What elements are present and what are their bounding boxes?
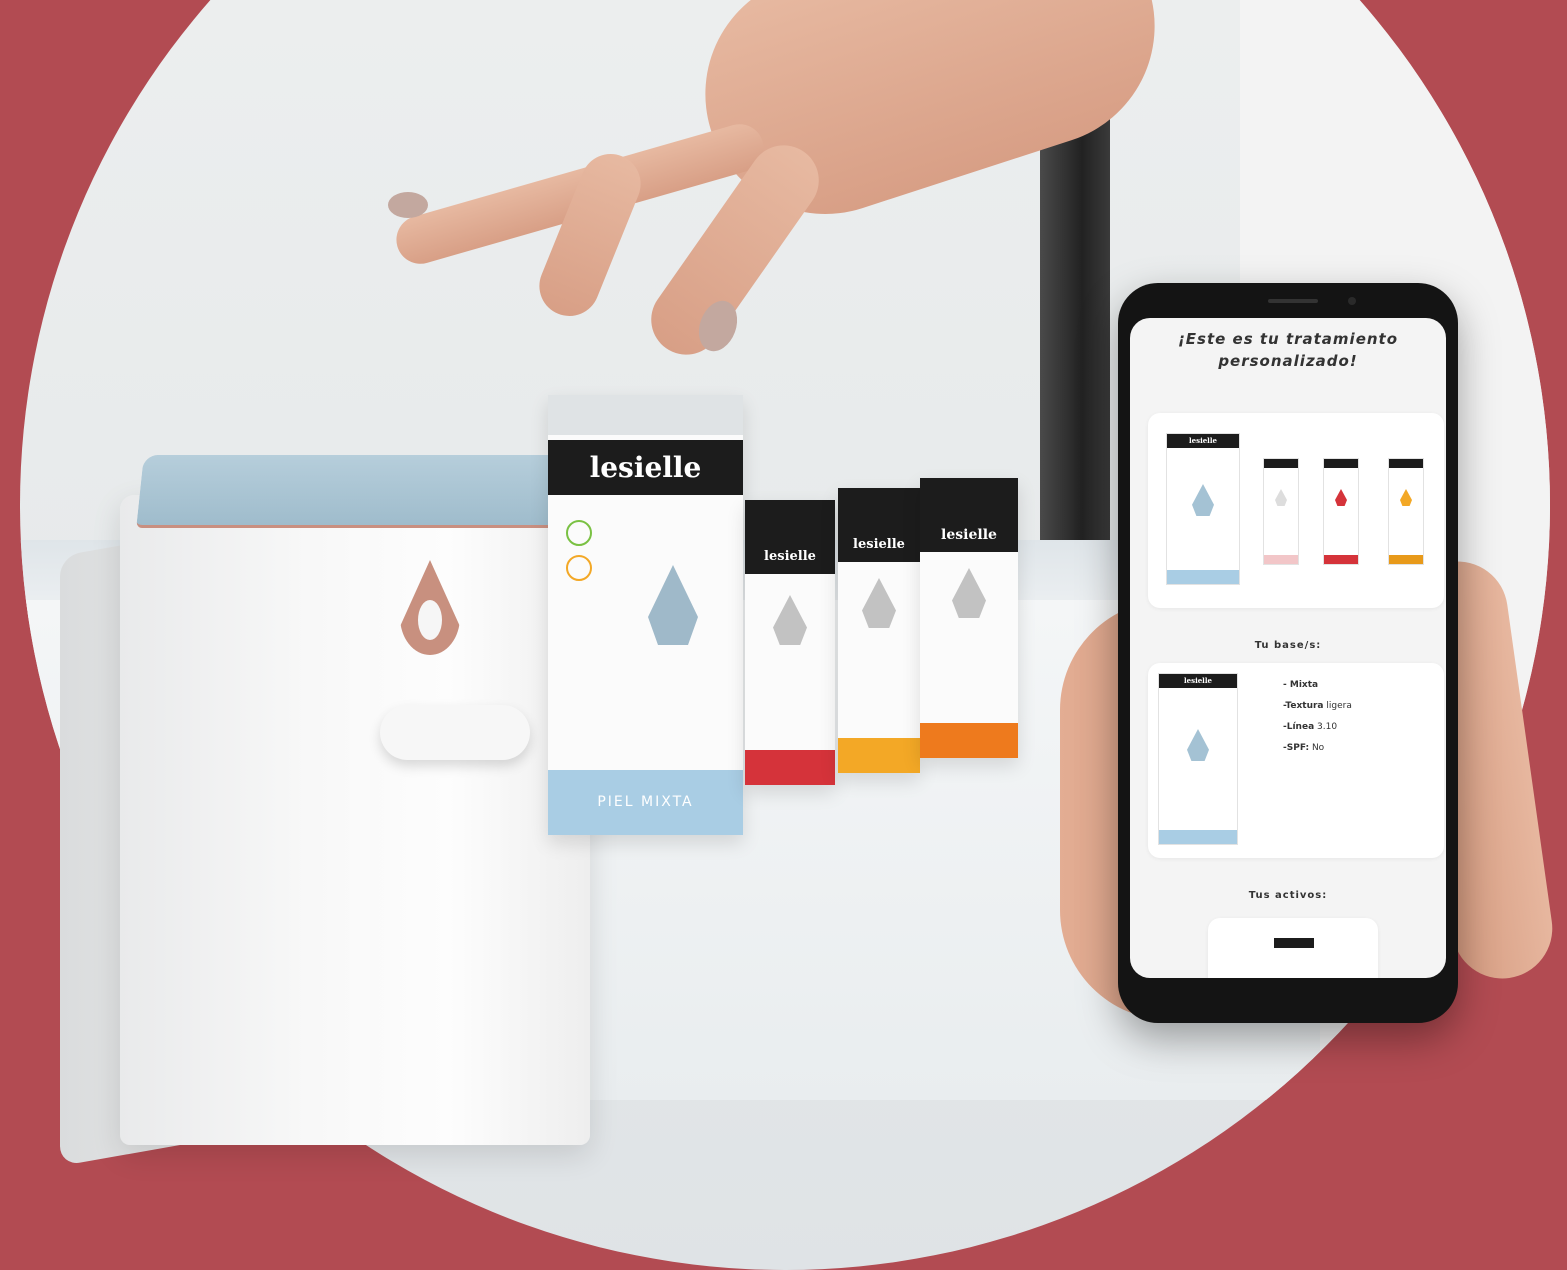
drop-icon: [1400, 489, 1412, 506]
product-thumb-active[interactable]: [1388, 458, 1424, 565]
product-thumb-active[interactable]: [1263, 458, 1299, 565]
box-brand-label: lesielle: [548, 440, 743, 495]
spf-value: No: [1311, 743, 1325, 753]
drop-icon: [862, 578, 896, 628]
device-nozzle: [380, 705, 530, 760]
drop-icon: [773, 595, 807, 645]
device-body: [120, 495, 590, 1145]
actives-section-heading: Tus activos:: [1248, 890, 1328, 901]
product-thumb-active[interactable]: [1274, 938, 1314, 978]
skincare-dispenser-device: [60, 455, 614, 1167]
base-section-heading: Tu base/s:: [1254, 640, 1322, 651]
treatment-summary-card[interactable]: lesielle: [1148, 413, 1444, 608]
line-value: 3.10: [1317, 722, 1338, 732]
drop-icon: [1335, 489, 1347, 506]
device-lid-button: [136, 455, 614, 528]
drop-icon: [952, 568, 986, 618]
drop-icon: [1192, 484, 1214, 516]
page-title: ¡Este es tu tratamiento personalizado!: [1130, 328, 1446, 372]
spf-key: -SPF:: [1283, 743, 1310, 753]
product-thumb-base[interactable]: lesielle: [1158, 673, 1238, 845]
base-product-card[interactable]: lesielle - Mixta -Textura ligera -Línea …: [1148, 663, 1444, 858]
page-title-line1: ¡Este es tu tratamiento: [1177, 330, 1399, 348]
product-box-active-red: lesielle: [745, 500, 835, 785]
product-box-base: lesielle PIEL MIXTA: [548, 395, 743, 835]
texture-value: ligera: [1326, 701, 1352, 711]
badge-icon: [566, 555, 592, 581]
box-skin-type-stripe: PIEL MIXTA: [548, 770, 743, 835]
color-stripe: [1324, 555, 1358, 564]
color-stripe: [1264, 555, 1298, 564]
box-cap: [1389, 459, 1423, 468]
skin-type-stripe: [1159, 830, 1237, 844]
product-box-active-yellow: lesielle: [838, 488, 920, 773]
camera-icon: [1348, 297, 1356, 305]
page-title-line2: personalizado!: [1218, 352, 1358, 370]
product-thumb-active[interactable]: [1323, 458, 1359, 565]
box-brand-label: lesielle: [745, 540, 835, 574]
drop-icon: [1187, 729, 1209, 761]
box-color-stripe: [745, 750, 835, 785]
color-stripe: [1389, 555, 1423, 564]
box-brand-label: lesielle: [920, 518, 1018, 552]
box-brand-label: lesielle: [838, 528, 920, 562]
skin-type: - Mixta: [1283, 680, 1319, 690]
drop-icon: [1275, 489, 1287, 506]
box-cap: [1264, 459, 1298, 468]
texture-key: -Textura: [1283, 701, 1324, 711]
smartphone: ¡Este es tu tratamiento personalizado! l…: [1118, 283, 1458, 1023]
box-cap: [548, 395, 743, 435]
badge-icon: [566, 520, 592, 546]
product-thumb-base[interactable]: lesielle: [1166, 433, 1240, 585]
skin-type-stripe: [1167, 570, 1239, 584]
box-cap: [1274, 938, 1314, 948]
fingernail: [388, 192, 428, 218]
actives-card[interactable]: [1208, 918, 1378, 978]
phone-speaker: [1268, 299, 1318, 303]
box-color-stripe: [920, 723, 1018, 758]
box-brand-label: lesielle: [1167, 434, 1239, 448]
line-key: -Línea: [1283, 722, 1315, 732]
product-box-active-orange: lesielle: [920, 478, 1018, 758]
phone-screen: ¡Este es tu tratamiento personalizado! l…: [1130, 318, 1446, 978]
base-specs: - Mixta -Textura ligera -Línea 3.10 -SPF…: [1283, 675, 1352, 759]
box-cap: [1324, 459, 1358, 468]
box-brand-label: lesielle: [1159, 674, 1237, 688]
box-color-stripe: [838, 738, 920, 773]
drop-icon: [648, 565, 698, 645]
